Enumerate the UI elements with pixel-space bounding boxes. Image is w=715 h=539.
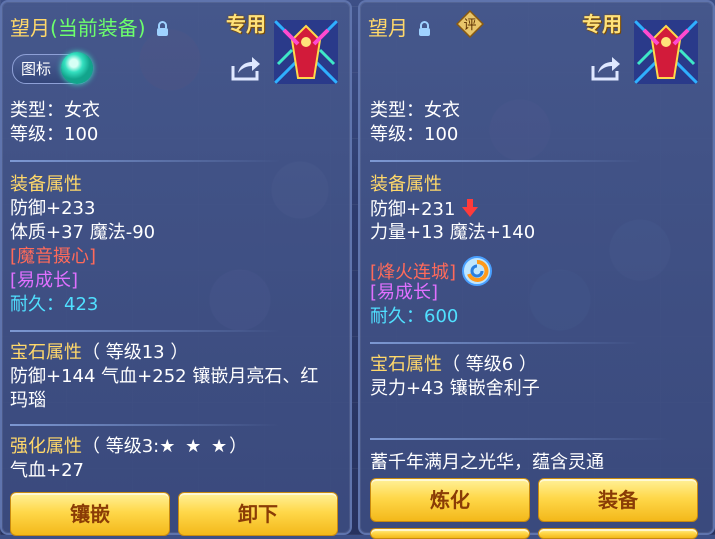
durability: 耐久：423 [10, 294, 99, 315]
icon-toggle-label: 图标 [21, 60, 52, 78]
armor-item-icon [274, 20, 338, 84]
gem-line: 防御+144 气血+252 镶嵌月亮石、红 [10, 366, 319, 387]
special-effect: [易成长] [370, 282, 439, 303]
item-name-label: 望月 [10, 16, 50, 40]
skill-swirl-icon[interactable] [461, 256, 492, 286]
gem-line: 灵力+43 镶嵌舍利子 [370, 378, 540, 399]
gem-level: （ 等级13 ） [82, 342, 189, 363]
forge-stars: ★ ★ ★ [159, 436, 230, 457]
forge-level: （ 等级3: [82, 436, 160, 457]
forge-section-title: 强化属性（ 等级3:★ ★ ★） [10, 436, 247, 458]
share-icon[interactable] [230, 54, 262, 82]
flavor-text: 蓄千年满月之光华，蕴含灵通 [370, 452, 604, 473]
forge-line: 气血+27 [10, 460, 84, 481]
equipped-tag: (当前装备) [50, 16, 146, 40]
rating-badge-text: 评 [463, 18, 476, 33]
attr-header: 装备属性 [10, 174, 82, 195]
divider [10, 424, 280, 426]
special-skill: [魔音摄心] [10, 246, 97, 267]
gem-line: 玛瑙 [10, 390, 46, 411]
exclusive-label: 专用 [226, 12, 266, 36]
divider [370, 342, 640, 344]
divider [370, 160, 640, 162]
item-name: 望月(当前装备) [10, 12, 169, 41]
lock-icon [156, 21, 168, 36]
exclusive-label: 专用 [582, 12, 622, 36]
gem-header: 宝石属性 [370, 354, 442, 375]
level-line: 等级：100 [10, 124, 99, 145]
divider [10, 160, 280, 162]
divider [10, 330, 280, 332]
special-effect: [易成长] [10, 270, 79, 291]
gem-section-title: 宝石属性（ 等级13 ） [10, 342, 188, 364]
durability: 耐久：600 [370, 306, 459, 327]
attr-line: 防御+233 [10, 198, 96, 219]
level-line: 等级：100 [370, 124, 459, 145]
compare-equipment-panel: 望月 专用 类型：女衣 等级：100 装备属性 防御+231 力量+13 魔法+… [358, 0, 715, 539]
toggle-knob[interactable] [61, 52, 93, 84]
inlay-button[interactable]: 镶嵌 [10, 492, 170, 536]
armor-item-icon [634, 20, 698, 84]
current-equipment-panel: 望月(当前装备) 专用 图标 类型：女衣 等级：100 装备属性 防御+233 … [0, 0, 352, 536]
share-icon[interactable] [590, 54, 622, 82]
attr-line: 防御+231 [370, 199, 456, 220]
item-name: 望月 [368, 12, 431, 41]
gem-section-title: 宝石属性（ 等级6 ） [370, 354, 537, 376]
type-line: 类型：女衣 [10, 100, 100, 121]
gem-header: 宝石属性 [10, 342, 82, 363]
rating-badge-icon[interactable]: 评 [456, 10, 484, 38]
attr-line-with-indicator: 防御+231 [370, 198, 479, 221]
special-skill: [烽火连城] [370, 262, 457, 283]
gem-level: （ 等级6 ） [442, 354, 537, 375]
refine-button[interactable]: 炼化 [370, 478, 530, 522]
divider [370, 438, 670, 440]
forge-close: ） [229, 436, 248, 457]
extra-button[interactable] [370, 528, 530, 539]
lock-icon [419, 21, 431, 36]
attr-line: 力量+13 魔法+140 [370, 222, 536, 243]
attr-line: 体质+37 魔法-90 [10, 222, 156, 243]
unequip-button[interactable]: 卸下 [178, 492, 338, 536]
extra-button[interactable] [538, 528, 698, 539]
forge-header: 强化属性 [10, 436, 82, 457]
icon-toggle[interactable]: 图标 [12, 52, 93, 84]
item-name-label: 望月 [368, 16, 408, 40]
stat-decrease-icon [462, 199, 479, 217]
type-line: 类型：女衣 [370, 100, 460, 121]
attr-header: 装备属性 [370, 174, 442, 195]
equip-button[interactable]: 装备 [538, 478, 698, 522]
